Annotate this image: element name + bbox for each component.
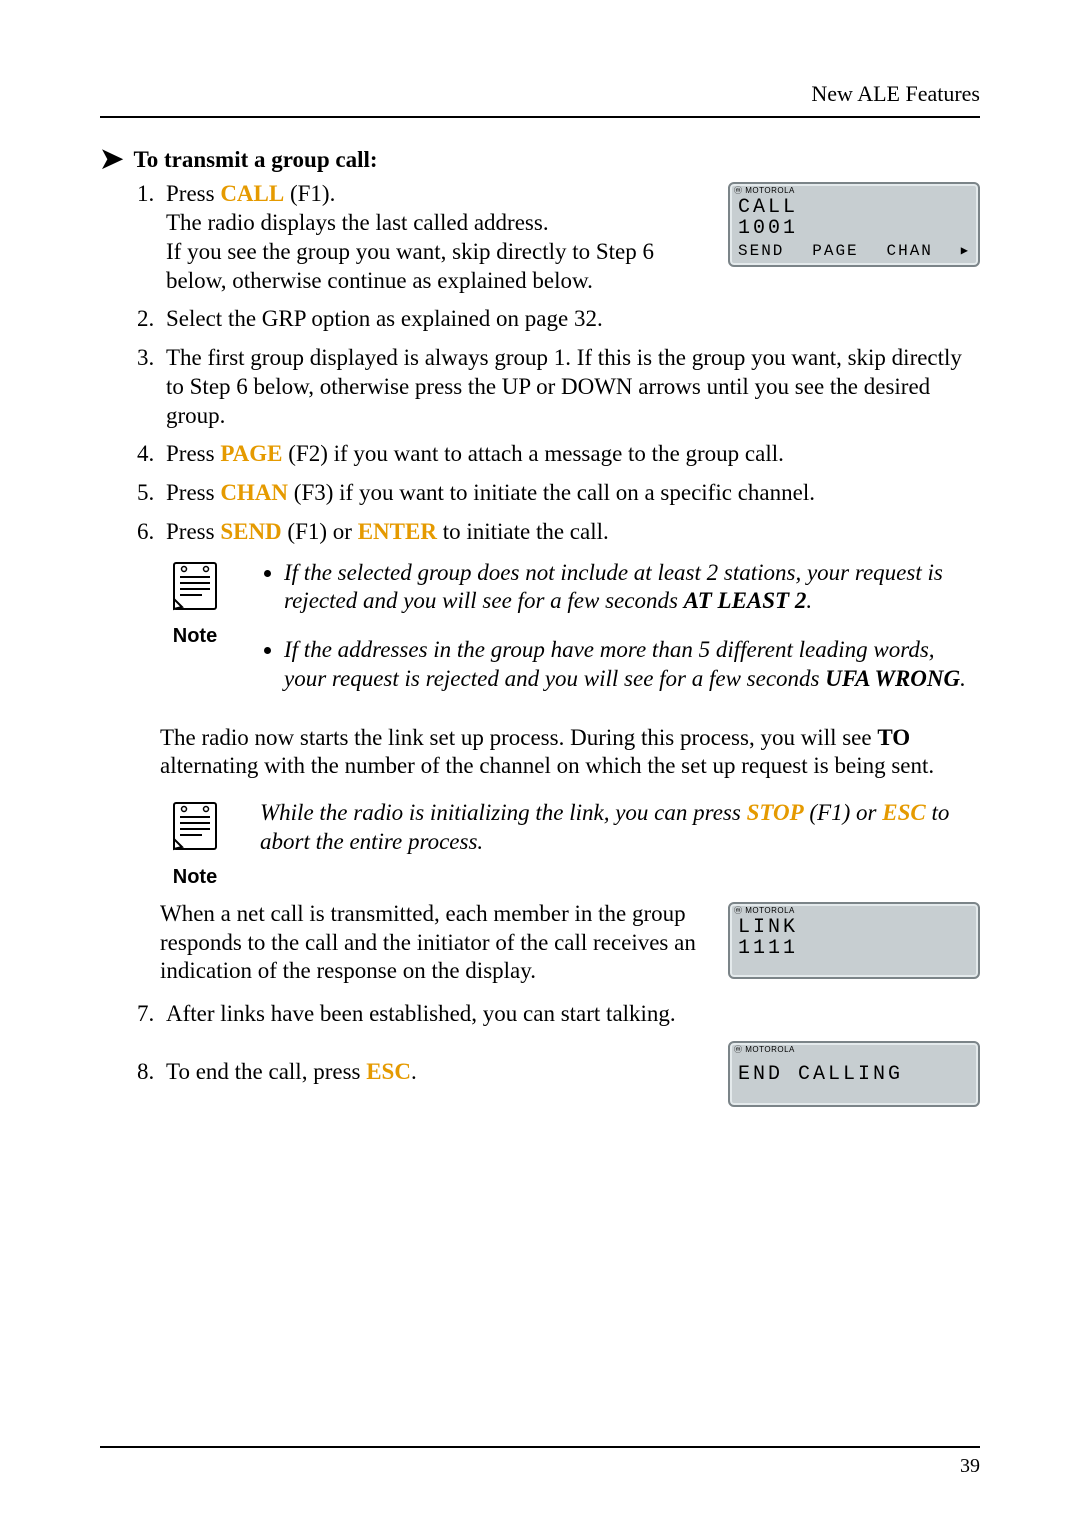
- lcd-link-line1: LINK: [734, 917, 974, 938]
- paragraph-link: When a net call is transmitted, each mem…: [160, 900, 708, 986]
- lcd-brand: MOTOROLA: [734, 186, 974, 196]
- step4-post: (F2) if you want to attach a message to …: [283, 441, 784, 466]
- step5-post: (F3) if you want to initiate the call on…: [288, 480, 815, 505]
- page-number: 39: [100, 1446, 980, 1479]
- key-send: SEND: [220, 519, 281, 544]
- lcd-scroll-right-icon: ▶: [961, 244, 970, 259]
- lcd-softkey-chan: CHAN: [887, 241, 933, 261]
- page: New ALE Features ➤ To transmit a group c…: [0, 0, 1080, 1529]
- step8-post: .: [411, 1059, 417, 1084]
- lcd-end: MOTOROLA END CALLING: [728, 1041, 980, 1107]
- step-6: Press SEND (F1) or ENTER to initiate the…: [160, 518, 980, 547]
- step4-pre: Press: [166, 441, 220, 466]
- key-esc: ESC: [882, 800, 925, 825]
- step-2: Select the GRP option as explained on pa…: [160, 305, 980, 334]
- note1-item1-text: If the selected group does not include a…: [284, 560, 943, 614]
- section-title: To transmit a group call:: [133, 146, 377, 175]
- paragraph-to: The radio now starts the link set up pro…: [160, 724, 980, 782]
- note1-label: Note: [160, 624, 230, 649]
- step-1: Press CALL (F1). The radio displays the …: [160, 180, 980, 295]
- key-stop: STOP: [747, 800, 804, 825]
- lcd-softkey-send: SEND: [738, 241, 784, 261]
- note1-item2-tail: .: [960, 666, 966, 691]
- lcd-brand: MOTOROLA: [734, 1045, 974, 1055]
- running-header: New ALE Features: [100, 80, 980, 118]
- note-icon: [168, 559, 222, 613]
- key-enter: ENTER: [358, 519, 437, 544]
- lcd-link: MOTOROLA LINK 1111: [728, 902, 980, 979]
- lcd-call-line1: CALL: [734, 197, 974, 218]
- step-7: After links have been established, you c…: [160, 1000, 980, 1029]
- note1-item2-emph: UFA WRONG: [825, 666, 960, 691]
- note2-a: While the radio is initializing the link…: [260, 800, 747, 825]
- key-esc-2: ESC: [366, 1059, 411, 1084]
- note1-item-1: If the selected group does not include a…: [284, 559, 980, 617]
- step-5: Press CHAN (F3) if you want to initiate …: [160, 479, 980, 508]
- para-to-a: The radio now starts the link set up pro…: [160, 725, 877, 750]
- step8-pre: To end the call, press: [166, 1059, 366, 1084]
- key-page: PAGE: [220, 441, 282, 466]
- note1-item1-tail: .: [806, 588, 812, 613]
- step6-pre: Press: [166, 519, 220, 544]
- note1-item-2: If the addresses in the group have more …: [284, 636, 980, 694]
- step6-mid: (F1) or: [282, 519, 358, 544]
- step1-line-a-pre: Press: [166, 181, 220, 206]
- note2-body: While the radio is initializing the link…: [260, 799, 980, 857]
- step-3: The first group displayed is always grou…: [160, 344, 980, 430]
- para-to-b: TO: [877, 725, 910, 750]
- para-to-c: alternating with the number of the chann…: [160, 753, 934, 778]
- note2-b: (F1) or: [804, 800, 883, 825]
- step-8: To end the call, press ESC. MOTOROLA END…: [160, 1039, 980, 1107]
- step6-post: to initiate the call.: [437, 519, 609, 544]
- step5-pre: Press: [166, 480, 220, 505]
- note-1: Note If the selected group does not incl…: [160, 559, 980, 714]
- step1-line-b: The radio displays the last called addre…: [166, 209, 708, 238]
- note2-label: Note: [160, 865, 230, 890]
- lcd-call: MOTOROLA CALL 1001 SEND PAGE CHAN ▶: [728, 182, 980, 267]
- key-call: CALL: [220, 181, 284, 206]
- lcd-softkey-page: PAGE: [812, 241, 858, 261]
- lcd-brand: MOTOROLA: [734, 906, 974, 916]
- step-4: Press PAGE (F2) if you want to attach a …: [160, 440, 980, 469]
- arrow-right-icon: ➤: [100, 146, 123, 174]
- lcd-end-line1: END CALLING: [734, 1064, 974, 1085]
- step1-line-a-tail: (F1).: [284, 181, 335, 206]
- key-chan: CHAN: [220, 480, 288, 505]
- link-row: When a net call is transmitted, each mem…: [160, 900, 980, 986]
- section-heading: ➤ To transmit a group call:: [100, 146, 980, 175]
- steps-list: Press CALL (F1). The radio displays the …: [160, 180, 980, 546]
- note-2: Note While the radio is initializing the…: [160, 799, 980, 890]
- lcd-link-line2: 1111: [734, 938, 974, 959]
- note1-item1-emph: AT LEAST 2: [684, 588, 807, 613]
- lcd-call-line2: 1001: [734, 218, 974, 239]
- note-icon: [168, 799, 222, 853]
- steps-list-continued: After links have been established, you c…: [160, 1000, 980, 1107]
- step1-line-c: If you see the group you want, skip dire…: [166, 238, 708, 296]
